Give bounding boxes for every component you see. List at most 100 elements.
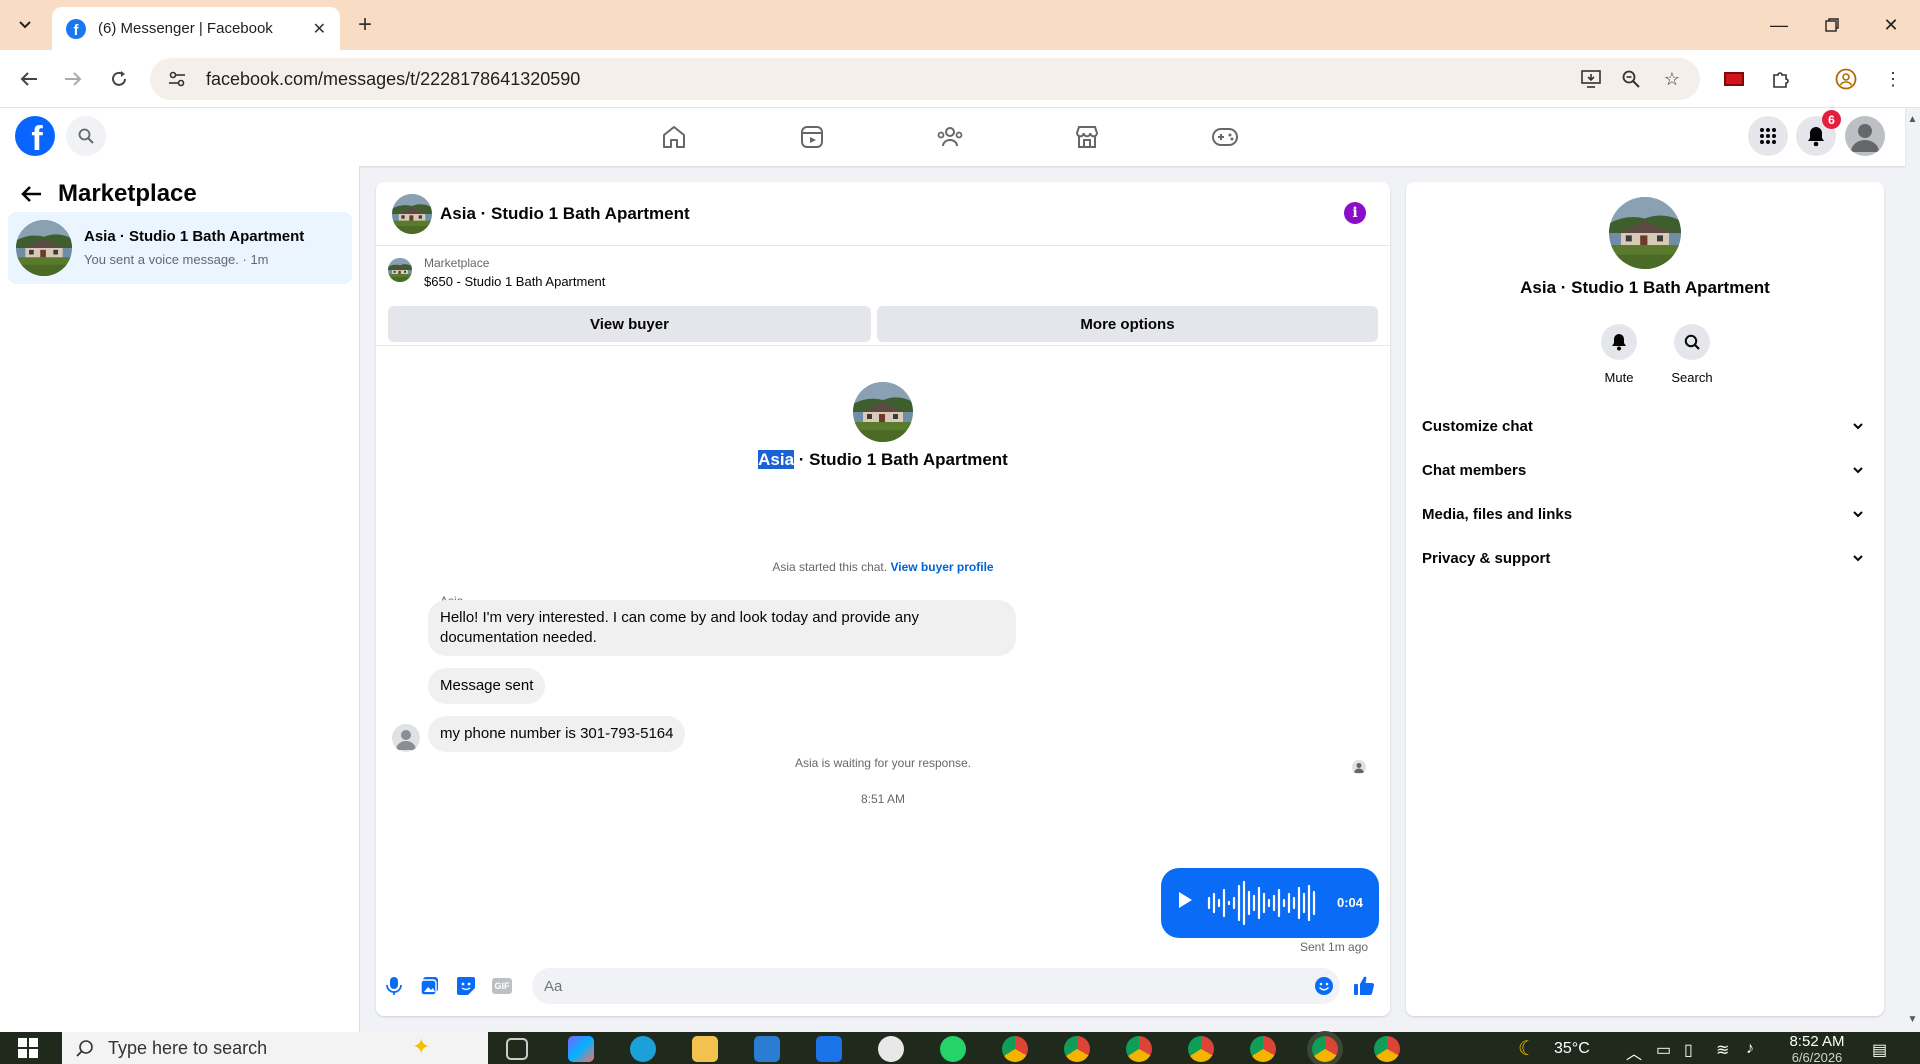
paint-app-icon[interactable] (878, 1036, 904, 1062)
search-in-conversation-button[interactable]: Search (1662, 324, 1722, 385)
chat-panel: Asia · Studio 1 Bath Apartment i Marketp… (376, 182, 1390, 1016)
window-restore-icon[interactable] (1809, 8, 1855, 42)
sticker-icon[interactable] (452, 972, 480, 1000)
video-icon[interactable] (796, 122, 828, 152)
photo-attach-icon[interactable] (416, 972, 444, 1000)
message-timestamp: 8:51 AM (860, 792, 906, 806)
info-avatar[interactable] (1609, 197, 1681, 269)
wifi-icon[interactable]: ≋ (1716, 1040, 1729, 1060)
marketplace-icon[interactable] (1071, 122, 1103, 152)
privacy-support-section[interactable]: Privacy & support (1414, 536, 1876, 580)
conversation-item[interactable]: Asia · Studio 1 Bath Apartment You sent … (8, 212, 352, 284)
chat-info-panel: Asia · Studio 1 Bath Apartment Mute Sear… (1406, 182, 1884, 1016)
groups-icon[interactable] (934, 122, 966, 152)
taskbar-search-box[interactable]: Type here to search ✦ (62, 1032, 488, 1064)
reload-icon[interactable] (104, 64, 134, 94)
install-app-icon[interactable] (1576, 64, 1606, 94)
back-arrow-icon[interactable] (18, 181, 44, 207)
battery-icon[interactable]: ▯ (1684, 1040, 1693, 1060)
whatsapp-app-icon[interactable] (940, 1036, 966, 1062)
chat-header-name[interactable]: Asia · Studio 1 Bath Apartment (440, 204, 690, 224)
conversation-info-icon[interactable]: i (1344, 202, 1366, 224)
edge-app-icon[interactable] (630, 1036, 656, 1062)
show-hidden-icons-chevron-icon[interactable]: ︿ (1626, 1040, 1642, 1064)
extensions-puzzle-icon[interactable] (1766, 64, 1796, 94)
view-buyer-button[interactable]: View buyer (388, 306, 871, 342)
chrome-app-icon[interactable] (1126, 1036, 1152, 1062)
browser-menu-icon[interactable]: ⋮ (1878, 64, 1908, 94)
site-info-icon[interactable] (166, 68, 188, 90)
chat-members-section[interactable]: Chat members (1414, 448, 1876, 492)
window-minimize-icon[interactable]: — (1756, 8, 1802, 42)
profile-account-icon[interactable] (1831, 64, 1861, 94)
waveform-icon (1207, 880, 1316, 926)
task-view-icon[interactable] (506, 1038, 528, 1060)
intro-name-highlighted: Asia (758, 450, 795, 469)
tab-close-icon[interactable]: ✕ (313, 19, 326, 39)
windows-start-icon[interactable] (18, 1038, 38, 1058)
view-buyer-profile-link[interactable]: View buyer profile (890, 560, 993, 574)
facebook-logo-icon[interactable]: f (15, 116, 55, 156)
chat-header: Asia · Studio 1 Bath Apartment i (376, 182, 1390, 246)
gif-icon[interactable]: GIF (488, 972, 516, 1000)
weather-temperature[interactable]: 35°C (1554, 1040, 1590, 1058)
intro-avatar (853, 382, 913, 442)
scrollbar-up-arrow[interactable]: ▲ (1905, 112, 1920, 126)
message-input[interactable] (532, 968, 1340, 1004)
extension-red-icon[interactable] (1719, 64, 1749, 94)
clock-date: 6/6/2026 (1791, 1050, 1843, 1064)
address-bar[interactable]: facebook.com/messages/t/2228178641320590 (150, 58, 1700, 100)
notification-center-icon[interactable]: ▤ (1872, 1040, 1887, 1060)
voice-message-bubble[interactable]: 0:04 (1161, 868, 1379, 938)
bookmark-star-icon[interactable]: ☆ (1657, 64, 1687, 94)
message-bubble[interactable]: Message sent (428, 668, 546, 704)
mute-button[interactable]: Mute (1589, 324, 1649, 385)
chat-header-avatar[interactable] (392, 194, 432, 234)
info-name: Asia · Studio 1 Bath Apartment (1520, 278, 1770, 297)
listing-price-title[interactable]: $650 - Studio 1 Bath Apartment (424, 274, 605, 289)
chrome-app-icon[interactable] (1002, 1036, 1028, 1062)
microphone-icon[interactable] (380, 972, 408, 1000)
thumbs-up-icon[interactable] (1350, 972, 1378, 1000)
search-label: Search (1671, 370, 1713, 385)
chrome-app-icon-active[interactable] (1312, 1036, 1338, 1062)
back-arrow-icon[interactable] (14, 64, 44, 94)
file-explorer-icon[interactable] (692, 1036, 718, 1062)
facebook-header: f 6 (0, 108, 1905, 166)
gaming-icon[interactable] (1209, 122, 1241, 152)
message-bubble[interactable]: my phone number is 301-793-5164 (428, 716, 686, 752)
sender-avatar[interactable] (392, 724, 420, 752)
scrollbar-down-arrow[interactable]: ▼ (1905, 1012, 1920, 1026)
store-app-icon[interactable] (754, 1036, 780, 1062)
listing-thumbnail[interactable] (388, 258, 412, 282)
window-close-icon[interactable]: ✕ (1868, 8, 1914, 42)
new-tab-plus-icon[interactable]: + (352, 11, 378, 38)
sidebar-header: Marketplace (18, 180, 197, 208)
facebook-search-icon[interactable] (66, 116, 106, 156)
chrome-app-icon[interactable] (1188, 1036, 1214, 1062)
chrome-app-icon[interactable] (1374, 1036, 1400, 1062)
media-files-links-section[interactable]: Media, files and links (1414, 492, 1876, 536)
volume-icon[interactable]: ♪ (1746, 1040, 1754, 1058)
home-icon[interactable] (658, 122, 690, 152)
menu-grid-icon[interactable] (1748, 116, 1788, 156)
emoji-icon[interactable] (1310, 972, 1338, 1000)
customize-chat-section[interactable]: Customize chat (1414, 404, 1876, 448)
more-options-button[interactable]: More options (877, 306, 1378, 342)
system-clock[interactable]: 8:52 AM 6/6/2026 (1782, 1034, 1852, 1064)
account-avatar[interactable] (1845, 116, 1885, 156)
zoom-icon[interactable] (1616, 64, 1646, 94)
forward-arrow-icon[interactable] (58, 64, 88, 94)
browser-tab-messenger[interactable]: f (6) Messenger | Facebook ✕ (52, 7, 340, 50)
message-bubble[interactable]: Hello! I'm very interested. I can come b… (428, 600, 1016, 656)
meet-now-icon[interactable]: ▭ (1656, 1040, 1671, 1060)
play-icon[interactable] (1179, 892, 1192, 908)
chrome-app-icon[interactable] (1250, 1036, 1276, 1062)
copilot-app-icon[interactable] (568, 1036, 594, 1062)
clock-time: 8:52 AM (1789, 1033, 1845, 1050)
mail-app-icon[interactable] (816, 1036, 842, 1062)
tab-search-chevron-icon[interactable] (12, 12, 38, 38)
facebook-favicon-icon: f (66, 18, 86, 39)
chrome-app-icon[interactable] (1064, 1036, 1090, 1062)
waiting-note: Asia is waiting for your response. (794, 756, 972, 770)
